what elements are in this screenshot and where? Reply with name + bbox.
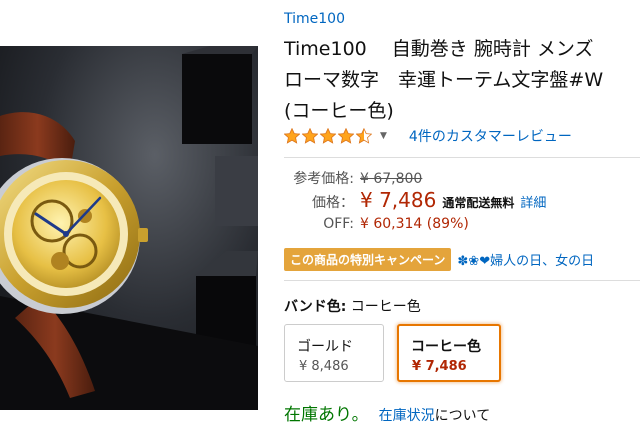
- variant-price: ¥ 8,486: [299, 359, 349, 374]
- star-icon: [356, 128, 372, 144]
- product-details: Time100 Time100 自動巻き 腕時計 メンズ ローマ数字 幸運トーテ…: [284, 0, 640, 424]
- in-stock-status: 在庫あり。: [284, 405, 369, 424]
- band-color-label-text: バンド色:: [284, 299, 347, 315]
- free-shipping-label: 通常配送無料: [442, 196, 515, 210]
- savings-label: OFF:: [323, 216, 354, 232]
- title-line-2: ローマ数字 幸運トーテム文字盤#W: [284, 69, 604, 91]
- campaign-row: この商品の特別キャンペーン ✽❀❤婦人の日、女の日: [284, 248, 594, 271]
- price-value: ¥ 7,486: [360, 188, 437, 212]
- shipping-details-link[interactable]: 詳細: [520, 196, 546, 211]
- watch-illustration: [0, 46, 258, 410]
- variant-option-coffee[interactable]: コーヒー色 ¥ 7,486: [397, 324, 501, 382]
- star-icon: [338, 128, 354, 144]
- list-price-label: 参考価格:: [293, 171, 354, 187]
- star-icon: [284, 128, 300, 144]
- variant-name: コーヒー色: [411, 339, 481, 355]
- savings-value: ¥ 60,314 (89%): [360, 216, 469, 232]
- stock-row: 在庫あり。 在庫状況について: [284, 400, 490, 424]
- divider: [284, 157, 640, 158]
- rating-row: ▼ 4件のカスタマーレビュー: [284, 126, 572, 146]
- variant-price: ¥ 7,486: [412, 359, 467, 374]
- star-icon: [302, 128, 318, 144]
- list-price: ¥ 67,800: [360, 171, 423, 187]
- band-color-label: バンド色: コーヒー色: [284, 296, 421, 316]
- stock-status-suffix: について: [434, 408, 491, 424]
- variant-name: ゴールド: [297, 339, 353, 355]
- price-label: 価格：: [312, 195, 354, 211]
- campaign-promo-link[interactable]: ✽❀❤婦人の日、女の日: [457, 250, 594, 269]
- price-row: 価格： ¥ 7,486 通常配送無料 詳細: [284, 188, 546, 212]
- star-rating[interactable]: [284, 128, 374, 144]
- variant-option-gold[interactable]: ゴールド ¥ 8,486: [284, 324, 384, 382]
- brand-link[interactable]: Time100: [284, 11, 345, 27]
- product-image[interactable]: [0, 46, 258, 410]
- customer-reviews-link[interactable]: 4件のカスタマーレビュー: [409, 126, 572, 146]
- band-color-selected: コーヒー色: [350, 299, 421, 315]
- product-title: Time100 自動巻き 腕時計 メンズ ローマ数字 幸運トーテム文字盤#W (…: [284, 34, 603, 127]
- stock-status-link[interactable]: 在庫状況: [379, 408, 435, 424]
- divider: [284, 280, 640, 281]
- star-icon: [320, 128, 336, 144]
- savings-row: OFF: ¥ 60,314 (89%): [284, 216, 469, 232]
- chevron-down-icon[interactable]: ▼: [380, 131, 387, 141]
- title-line-1: Time100 自動巻き 腕時計 メンズ: [284, 38, 594, 60]
- title-line-3: (コーヒー色): [284, 100, 394, 122]
- list-price-row: 参考価格: ¥ 67,800: [284, 168, 422, 188]
- special-campaign-badge[interactable]: この商品の特別キャンペーン: [284, 248, 452, 271]
